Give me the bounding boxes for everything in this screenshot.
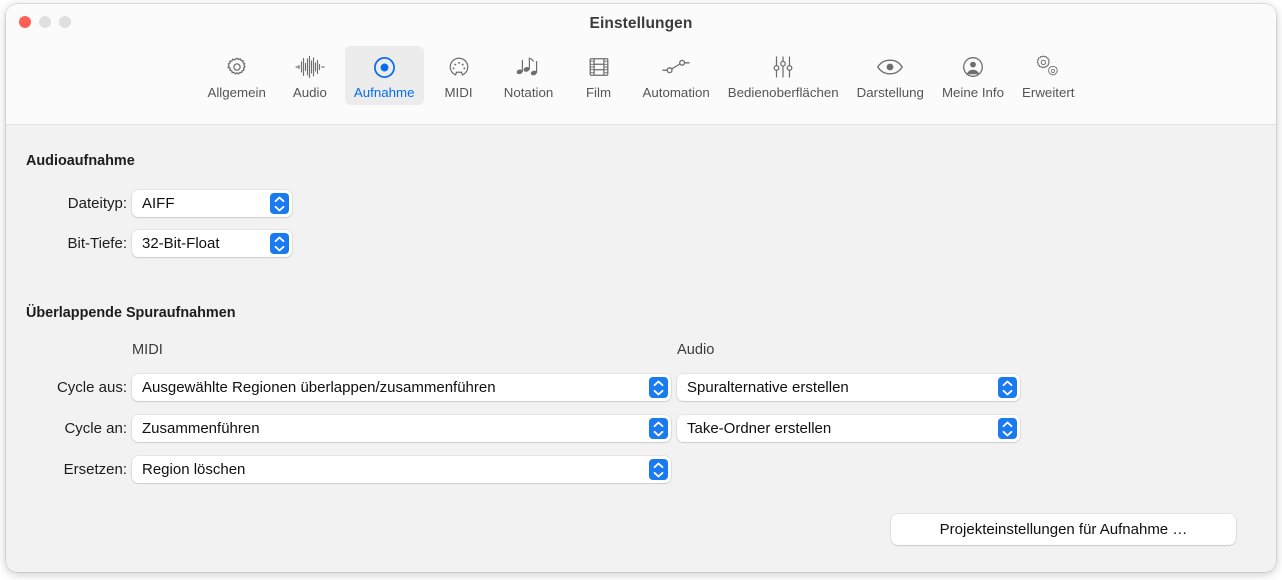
film-strip-icon [587, 52, 611, 82]
tab-aufnahme[interactable]: Aufnahme [344, 46, 424, 105]
replace-label: Ersetzen: [63, 461, 127, 478]
replace-midi-dropdown[interactable]: Region löschen [132, 456, 671, 483]
cycle-off-label: Cycle aus: [56, 379, 127, 396]
file-type-label: Dateityp: [67, 195, 127, 212]
cycle-on-midi-value: Zusammenführen [142, 420, 260, 437]
tab-label: Audio [292, 85, 327, 100]
bit-depth-value: 32-Bit-Float [142, 235, 220, 252]
settings-tab-bar: Allgemein Audio Aufnahme MIDI Notation F… [6, 46, 1276, 105]
cycle-off-midi-dropdown[interactable]: Ausgewählte Regionen überlappen/zusammen… [132, 374, 671, 401]
tab-audio[interactable]: Audio [275, 46, 345, 105]
eye-icon [876, 52, 904, 82]
cycle-on-audio-value: Take-Ordner erstellen [687, 420, 832, 437]
cycle-on-midi-dropdown[interactable]: Zusammenführen [132, 415, 671, 442]
tab-label: Notation [503, 85, 554, 100]
waveform-icon [294, 52, 326, 82]
column-header-midi: MIDI [132, 342, 163, 358]
gear-icon [225, 52, 249, 82]
tab-allgemein[interactable]: Allgemein [198, 46, 274, 105]
cycle-on-audio-dropdown[interactable]: Take-Ordner erstellen [677, 415, 1020, 442]
record-icon [372, 52, 397, 82]
stepper-icon[interactable] [998, 418, 1017, 439]
sliders-icon [770, 52, 796, 82]
cycle-off-midi-value: Ausgewählte Regionen überlappen/zusammen… [142, 379, 496, 396]
window-toolbar: Einstellungen Allgemein Audio Aufnahme M… [6, 4, 1276, 125]
tab-label: Bedienoberflächen [727, 85, 839, 100]
tab-label: Automation [642, 85, 710, 100]
settings-window: Einstellungen Allgemein Audio Aufnahme M… [6, 4, 1276, 572]
tab-label: Aufnahme [353, 85, 415, 100]
stepper-icon[interactable] [998, 377, 1017, 398]
stepper-icon[interactable] [270, 233, 289, 254]
tab-notation[interactable]: Notation [494, 46, 564, 105]
stepper-icon[interactable] [649, 418, 668, 439]
tab-midi[interactable]: MIDI [424, 46, 494, 105]
overlapping-section-title: Überlappende Spuraufnahmen [26, 305, 236, 321]
tab-meine-info[interactable]: Meine Info [933, 46, 1013, 105]
settings-content: Audioaufnahme Dateityp: AIFF Bit-Tiefe: … [6, 125, 1276, 572]
tab-label: Meine Info [941, 85, 1005, 100]
tab-label: Film [585, 85, 612, 100]
file-type-value: AIFF [142, 195, 175, 212]
gears-icon [1034, 52, 1062, 82]
stepper-icon[interactable] [649, 377, 668, 398]
bit-depth-label: Bit-Tiefe: [67, 235, 127, 252]
music-notes-icon [515, 52, 543, 82]
tab-film[interactable]: Film [564, 46, 634, 105]
cycle-on-label: Cycle an: [64, 420, 127, 437]
file-type-dropdown[interactable]: AIFF [132, 190, 292, 217]
tab-label: MIDI [444, 85, 473, 100]
tab-automation[interactable]: Automation [634, 46, 719, 105]
automation-icon [661, 52, 691, 82]
audio-recording-section-title: Audioaufnahme [26, 153, 135, 169]
replace-midi-value: Region löschen [142, 461, 246, 478]
midi-plug-icon [447, 52, 471, 82]
tab-erweitert[interactable]: Erweitert [1013, 46, 1083, 105]
tab-label: Darstellung [856, 85, 924, 100]
column-header-audio: Audio [677, 342, 715, 358]
stepper-icon[interactable] [649, 459, 668, 480]
cycle-off-audio-value: Spuralternative erstellen [687, 379, 849, 396]
window-title: Einstellungen [589, 15, 693, 32]
stepper-icon[interactable] [270, 193, 289, 214]
person-icon [961, 52, 985, 82]
tab-label: Allgemein [207, 85, 266, 100]
project-settings-button[interactable]: Projekteinstellungen für Aufnahme … [891, 514, 1236, 545]
tab-darstellung[interactable]: Darstellung [848, 46, 933, 105]
bit-depth-dropdown[interactable]: 32-Bit-Float [132, 230, 292, 257]
tab-bedienoberflaechen[interactable]: Bedienoberflächen [719, 46, 848, 105]
cycle-off-audio-dropdown[interactable]: Spuralternative erstellen [677, 374, 1020, 401]
tab-label: Erweitert [1022, 85, 1075, 100]
